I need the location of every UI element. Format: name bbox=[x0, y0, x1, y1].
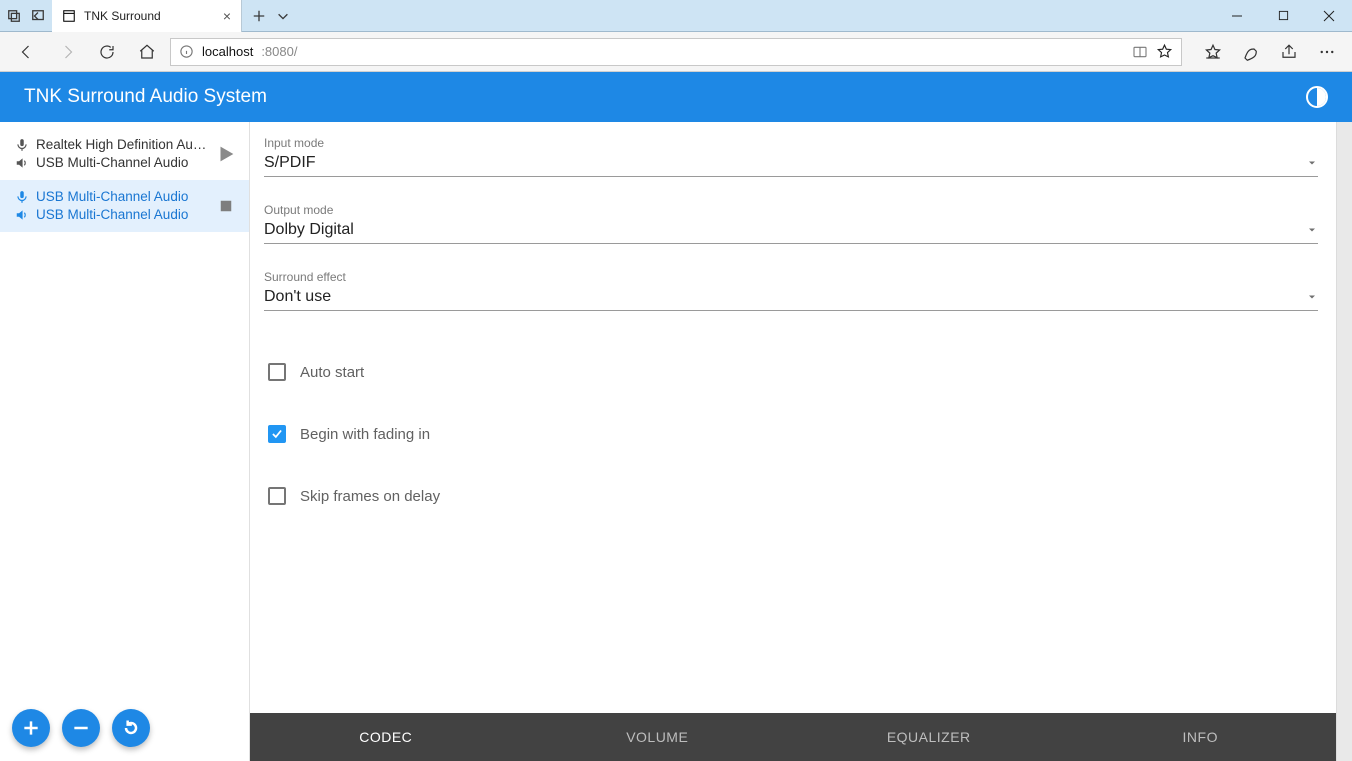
browser-nav-bar: localhost :8080/ bbox=[0, 32, 1352, 72]
checkbox-box bbox=[268, 363, 286, 381]
remove-button[interactable] bbox=[62, 709, 100, 747]
checkbox-group: Auto start Begin with fading in Skip fra… bbox=[264, 337, 1318, 505]
tab-close-icon[interactable]: × bbox=[223, 8, 231, 24]
chevron-down-icon bbox=[1306, 291, 1318, 303]
window-controls bbox=[1214, 0, 1352, 31]
nav-forward bbox=[50, 35, 84, 69]
nav-back[interactable] bbox=[10, 35, 44, 69]
tab-codec[interactable]: CODEC bbox=[250, 713, 522, 761]
bottom-tabs: CODEC VOLUME EQUALIZER INFO bbox=[250, 713, 1336, 761]
sidebar-actions bbox=[0, 699, 249, 761]
chevron-down-icon bbox=[1306, 224, 1318, 236]
checkbox-label: Skip frames on delay bbox=[300, 488, 440, 505]
checkbox-label: Auto start bbox=[300, 364, 364, 381]
play-icon[interactable] bbox=[213, 141, 239, 167]
device-list: Realtek High Definition Au… USB Multi-Ch… bbox=[0, 122, 249, 699]
tab-set-aside-group bbox=[0, 0, 52, 31]
mic-icon bbox=[14, 137, 30, 153]
field-value: Don't use bbox=[264, 288, 1306, 306]
checkbox-box bbox=[268, 487, 286, 505]
fade-in-checkbox[interactable]: Begin with fading in bbox=[268, 425, 1314, 443]
new-tab-icon[interactable] bbox=[252, 9, 266, 23]
app-header: TNK Surround Audio System bbox=[0, 72, 1352, 122]
scrollbar-gutter bbox=[1336, 122, 1352, 761]
favorite-star-icon[interactable] bbox=[1156, 43, 1173, 60]
field-label: Output mode bbox=[264, 203, 1318, 217]
tab-volume[interactable]: VOLUME bbox=[522, 713, 794, 761]
address-bar[interactable]: localhost :8080/ bbox=[170, 38, 1182, 66]
site-info-icon[interactable] bbox=[179, 44, 194, 59]
notes-icon[interactable] bbox=[1236, 35, 1266, 69]
speaker-icon bbox=[14, 207, 30, 223]
device-output-label: USB Multi-Channel Audio bbox=[36, 206, 188, 224]
nav-right-group bbox=[1188, 35, 1342, 69]
window-close[interactable] bbox=[1306, 0, 1352, 32]
nav-refresh[interactable] bbox=[90, 35, 124, 69]
settings-form: Input mode S/PDIF Output mode Dolby Digi… bbox=[250, 122, 1336, 713]
theme-toggle-icon[interactable] bbox=[1306, 86, 1328, 108]
output-mode-select[interactable]: Output mode Dolby Digital bbox=[264, 203, 1318, 244]
tab-title: TNK Surround bbox=[84, 9, 215, 23]
favorites-icon[interactable] bbox=[1198, 35, 1228, 69]
tab-chevron-down-icon[interactable] bbox=[276, 9, 290, 23]
chevron-down-icon bbox=[1306, 157, 1318, 169]
speaker-icon bbox=[14, 155, 30, 171]
field-label: Input mode bbox=[264, 136, 1318, 150]
surround-effect-select[interactable]: Surround effect Don't use bbox=[264, 270, 1318, 311]
url-port: :8080/ bbox=[261, 44, 297, 59]
tab-info[interactable]: INFO bbox=[1065, 713, 1337, 761]
tab-equalizer[interactable]: EQUALIZER bbox=[793, 713, 1065, 761]
url-host: localhost bbox=[202, 44, 253, 59]
checkbox-box bbox=[268, 425, 286, 443]
device-input-label: Realtek High Definition Au… bbox=[36, 136, 206, 154]
add-button[interactable] bbox=[12, 709, 50, 747]
app-title: TNK Surround Audio System bbox=[24, 86, 1306, 108]
main-panel: Input mode S/PDIF Output mode Dolby Digi… bbox=[250, 122, 1336, 761]
field-value: S/PDIF bbox=[264, 154, 1306, 172]
tab-actions bbox=[242, 0, 300, 31]
nav-home[interactable] bbox=[130, 35, 164, 69]
skip-frames-checkbox[interactable]: Skip frames on delay bbox=[268, 487, 1314, 505]
device-item[interactable]: USB Multi-Channel Audio USB Multi-Channe… bbox=[0, 180, 249, 232]
device-input-label: USB Multi-Channel Audio bbox=[36, 188, 188, 206]
auto-start-checkbox[interactable]: Auto start bbox=[268, 363, 1314, 381]
window-minimize[interactable] bbox=[1214, 0, 1260, 32]
more-icon[interactable] bbox=[1312, 35, 1342, 69]
field-value: Dolby Digital bbox=[264, 221, 1306, 239]
app-root: TNK Surround Audio System Realtek High D… bbox=[0, 72, 1352, 761]
browser-tab[interactable]: TNK Surround × bbox=[52, 0, 242, 32]
checkbox-label: Begin with fading in bbox=[300, 426, 430, 443]
mic-icon bbox=[14, 189, 30, 205]
window-maximize[interactable] bbox=[1260, 0, 1306, 32]
field-label: Surround effect bbox=[264, 270, 1318, 284]
share-icon[interactable] bbox=[1274, 35, 1304, 69]
device-output-label: USB Multi-Channel Audio bbox=[36, 154, 188, 172]
reading-view-icon[interactable] bbox=[1132, 44, 1148, 60]
restart-button[interactable] bbox=[112, 709, 150, 747]
device-item[interactable]: Realtek High Definition Au… USB Multi-Ch… bbox=[0, 128, 249, 180]
tabs-list-icon[interactable] bbox=[30, 8, 46, 24]
tabs-aside-icon[interactable] bbox=[6, 8, 22, 24]
stop-icon[interactable] bbox=[213, 193, 239, 219]
sidebar: Realtek High Definition Au… USB Multi-Ch… bbox=[0, 122, 250, 761]
input-mode-select[interactable]: Input mode S/PDIF bbox=[264, 136, 1318, 177]
browser-tab-bar: TNK Surround × bbox=[0, 0, 1352, 32]
page-icon bbox=[62, 9, 76, 23]
